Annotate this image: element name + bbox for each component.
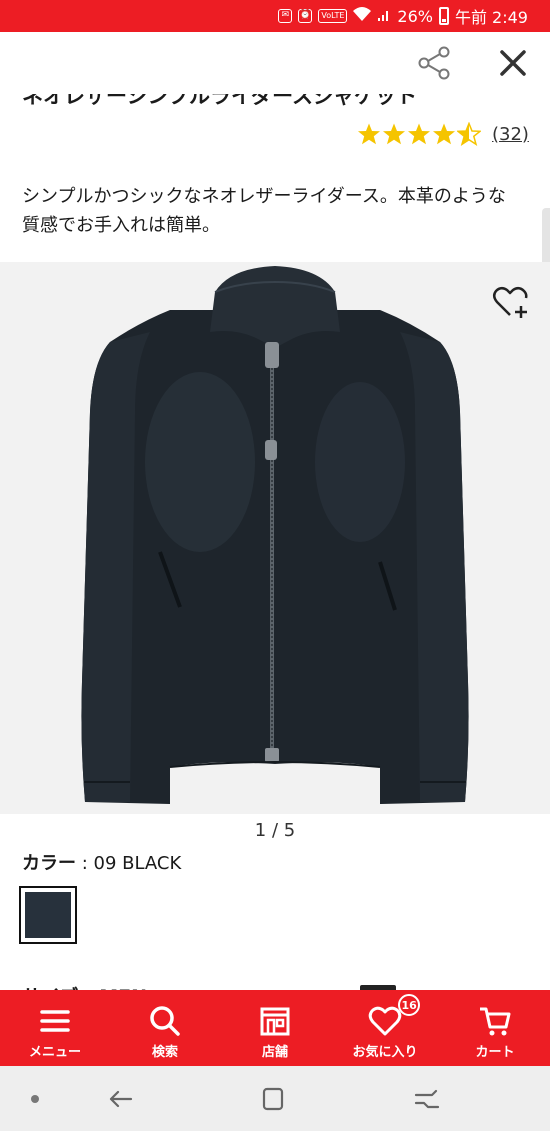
alarm-icon: ⏰ xyxy=(298,9,313,23)
bottom-navigation: メニュー 検索 店舗 16 お気に入り カート xyxy=(0,990,550,1066)
battery-icon xyxy=(438,7,449,25)
heart-plus-icon[interactable] xyxy=(492,283,530,321)
half-star-icon xyxy=(457,122,481,146)
search-icon xyxy=(150,1006,180,1036)
color-value: 09 BLACK xyxy=(93,853,182,874)
nav-menu-label: メニュー xyxy=(28,1045,81,1060)
rating[interactable]: (32) xyxy=(357,122,529,146)
status-bar: ✉ ⏰ VoLTE 26% 午前 2:49 xyxy=(0,0,550,32)
menu-icon xyxy=(40,1010,70,1032)
product-description: シンプルかつシックなネオレザーライダース。本革のような質感でお手入れは簡単。 xyxy=(22,186,506,236)
jacket-image xyxy=(81,266,469,804)
recents-icon[interactable] xyxy=(412,1084,442,1114)
top-bar xyxy=(0,32,550,94)
cart-icon xyxy=(480,1007,511,1036)
nav-cart[interactable]: カート xyxy=(440,990,550,1066)
favorites-count-badge: 16 xyxy=(398,994,421,1016)
nav-favorites[interactable]: 16 お気に入り xyxy=(330,990,440,1066)
signal-icon xyxy=(377,6,391,26)
volte-icon: VoLTE xyxy=(318,9,348,23)
product-image[interactable] xyxy=(0,262,550,814)
nav-cart-label: カート xyxy=(475,1045,515,1060)
nav-search[interactable]: 検索 xyxy=(110,990,220,1066)
nav-store[interactable]: 店舗 xyxy=(220,990,330,1066)
image-counter: 1 / 5 xyxy=(254,820,296,841)
color-label: カラー xyxy=(22,853,76,874)
color-selection-label: カラー : 09 BLACK xyxy=(22,849,181,875)
star-icon xyxy=(358,123,380,145)
notification-icon: ✉ xyxy=(278,9,293,23)
back-icon[interactable] xyxy=(105,1084,135,1114)
color-swatch-black[interactable] xyxy=(19,886,77,944)
nav-favorites-label: お気に入り xyxy=(352,1045,418,1060)
star-icon xyxy=(383,123,405,145)
star-icon xyxy=(433,123,455,145)
clock: 午前 2:49 xyxy=(454,8,528,27)
wifi-icon xyxy=(353,6,372,26)
close-icon[interactable] xyxy=(494,44,532,82)
color-separator: : xyxy=(76,853,94,874)
store-icon xyxy=(260,1007,290,1036)
swatch-fill xyxy=(25,892,71,938)
home-icon[interactable] xyxy=(258,1084,288,1114)
nav-store-label: 店舗 xyxy=(261,1045,288,1060)
review-count-link[interactable]: (32) xyxy=(492,124,529,145)
nav-menu[interactable]: メニュー xyxy=(0,990,110,1066)
share-icon[interactable] xyxy=(416,44,454,82)
star-icon xyxy=(408,123,430,145)
nav-search-label: 検索 xyxy=(151,1045,178,1060)
battery-percent: 26% xyxy=(397,6,433,26)
dot-icon[interactable] xyxy=(20,1084,50,1114)
system-navigation-bar xyxy=(0,1066,550,1131)
heart-icon xyxy=(368,1006,402,1036)
